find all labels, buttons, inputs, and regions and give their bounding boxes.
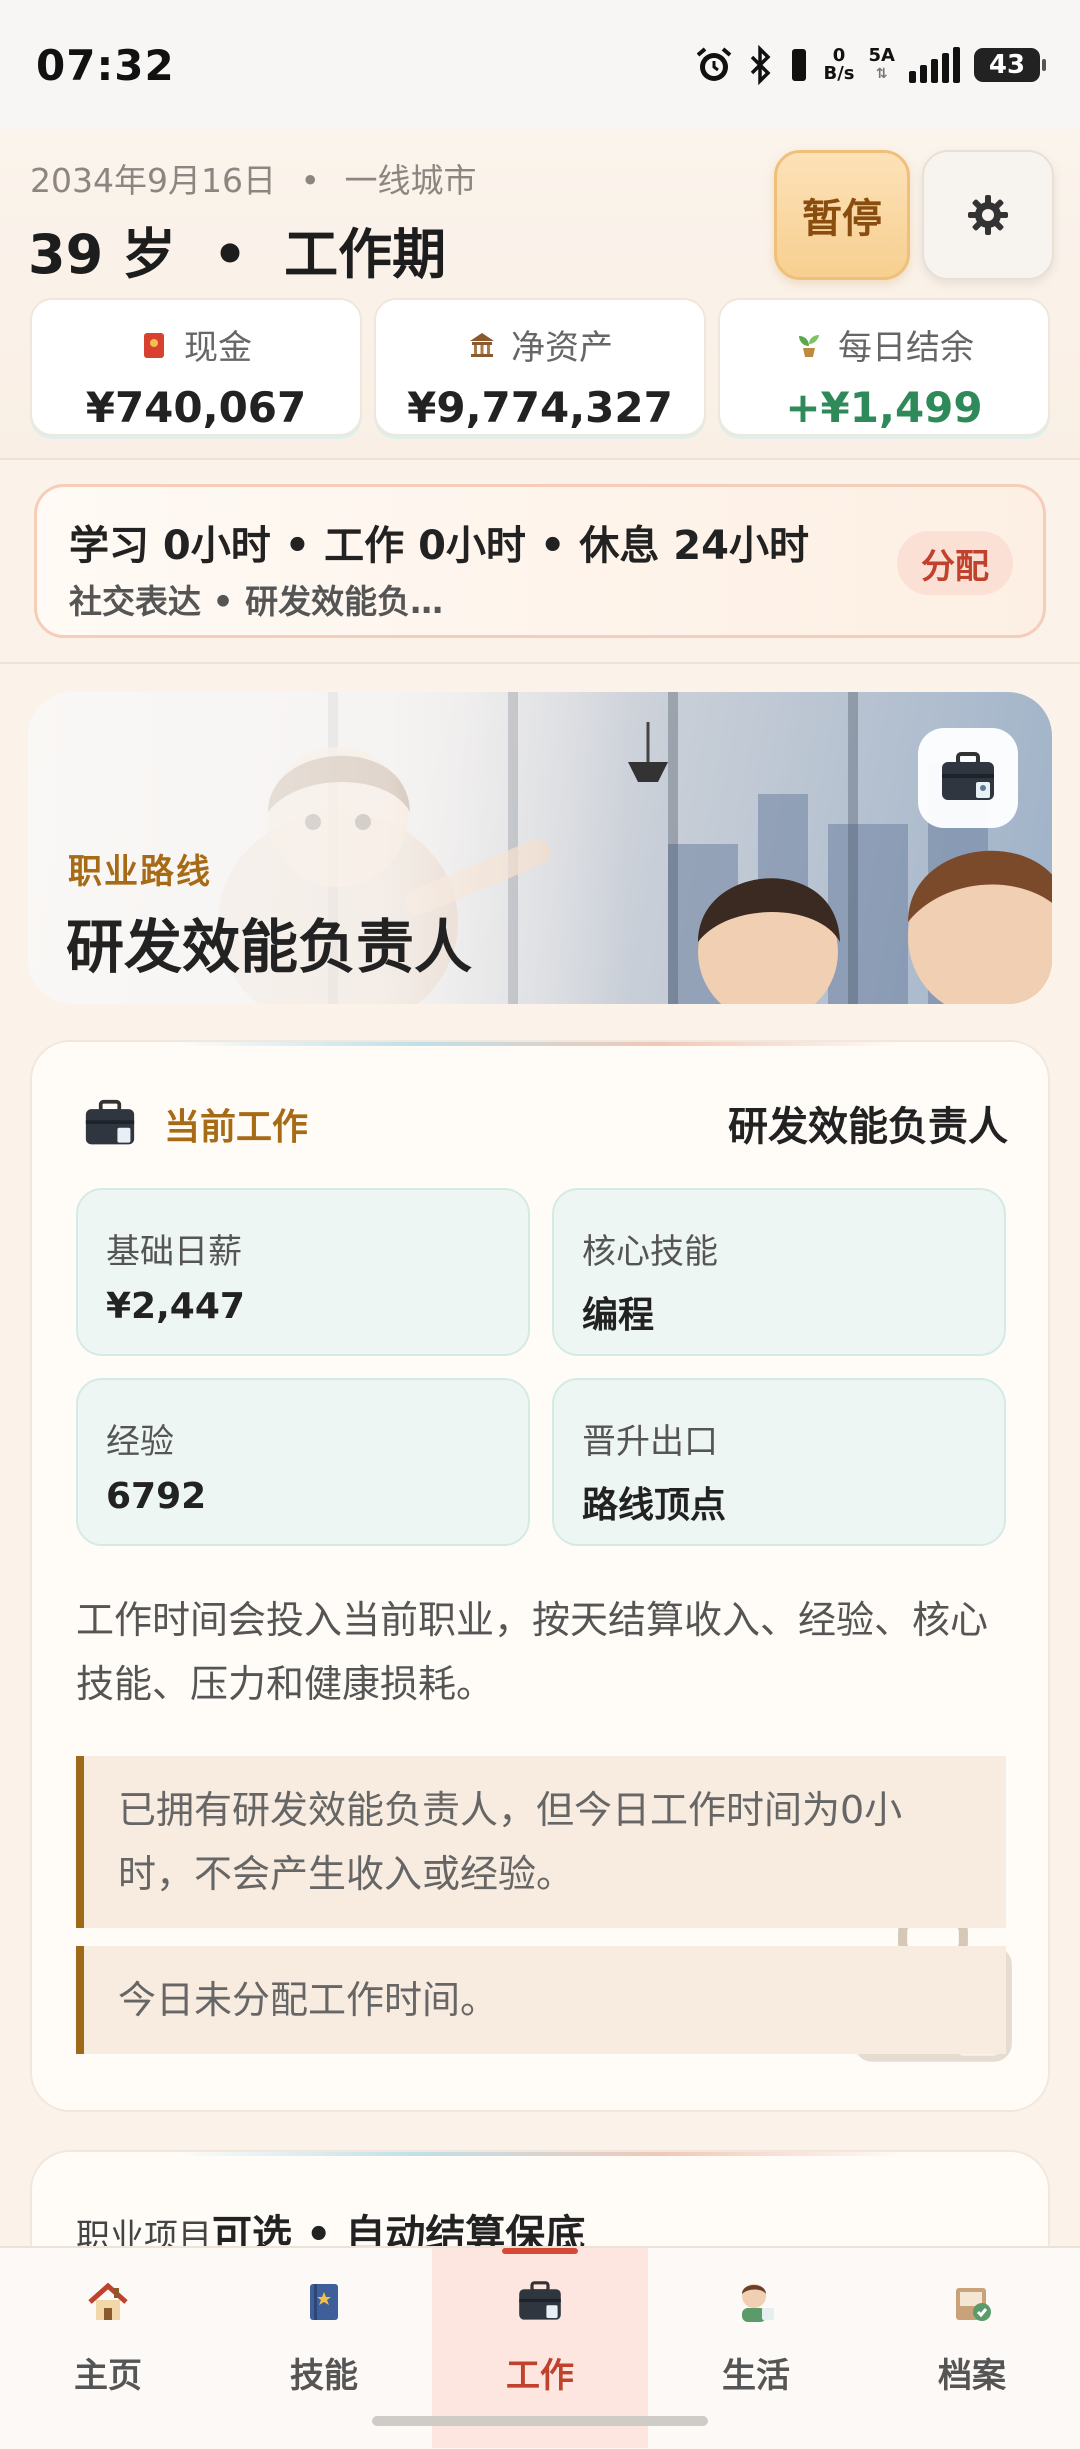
house-icon bbox=[88, 2282, 128, 2320]
settings-button[interactable] bbox=[922, 150, 1054, 280]
experience-box: 经验 6792 bbox=[76, 1378, 530, 1546]
current-job-title: 研发效能负责人 bbox=[728, 1104, 1008, 1150]
signal-icon bbox=[909, 47, 960, 83]
net-speed: 0 B/s bbox=[824, 47, 855, 83]
pause-button[interactable]: 暂停 bbox=[774, 150, 910, 280]
cash-label: 现金 bbox=[184, 328, 252, 368]
alarm-icon bbox=[696, 47, 731, 81]
data-arrows-icon: ⇅ bbox=[875, 66, 888, 82]
tab-home-label: 主页 bbox=[74, 2356, 142, 2396]
status-icons: 0 B/s 5A ⇅ 43 bbox=[694, 45, 1046, 85]
divider bbox=[0, 662, 1080, 664]
home-indicator[interactable] bbox=[372, 2416, 708, 2426]
status-time: 07:32 bbox=[36, 40, 175, 90]
date-line: 2034年9月16日 • 一线城市 bbox=[30, 154, 476, 202]
battery-level: 43 bbox=[988, 50, 1026, 80]
briefcase-icon bbox=[519, 2281, 561, 2320]
vibrate-icon bbox=[791, 49, 806, 81]
tab-work-label: 工作 bbox=[506, 2356, 574, 2396]
bank-icon bbox=[470, 332, 494, 357]
core-skill-label: 核心技能 bbox=[582, 1232, 718, 1272]
base-salary-value: ¥2,447 bbox=[106, 1286, 245, 1327]
briefcase-icon bbox=[942, 752, 994, 800]
network-type-label: 5A bbox=[868, 45, 895, 66]
date-separator: • bbox=[300, 161, 320, 200]
current-job-label: 当前工作 bbox=[164, 1107, 309, 1148]
tab-home[interactable]: 主页 bbox=[0, 2248, 216, 2448]
city-tier: 一线城市 bbox=[344, 161, 477, 200]
bluetooth-icon bbox=[750, 45, 770, 85]
archive-icon bbox=[956, 2288, 991, 2321]
focus-summary: 社交表达 • 研发效能负… bbox=[69, 582, 444, 621]
daily-balance-value: +¥1,499 bbox=[785, 383, 983, 432]
age-separator: • bbox=[212, 223, 248, 286]
promotion-exit-label: 晋升出口 bbox=[582, 1422, 718, 1462]
stat-cash: 现金 ¥740,067 bbox=[30, 298, 362, 436]
career-route-banner: 职业路线 研发效能负责人 bbox=[28, 692, 1052, 1004]
tab-skills-label: 技能 bbox=[290, 2356, 358, 2396]
experience-value: 6792 bbox=[106, 1476, 207, 1517]
job-note-unassigned: 今日未分配工作时间。 bbox=[76, 1946, 1006, 2054]
time-allocation-summary: 学习 0小时 • 工作 0小时 • 休息 24小时 bbox=[69, 523, 809, 569]
core-skill-box: 核心技能 编程 bbox=[552, 1188, 1006, 1356]
cash-value: ¥740,067 bbox=[85, 383, 307, 432]
status-bar: 07:32 0 B/s 5A ⇅ 43 bbox=[0, 0, 1080, 130]
daily-balance-label: 每日结余 bbox=[838, 328, 974, 368]
tab-archive-label: 档案 bbox=[938, 2356, 1006, 2396]
book-icon bbox=[310, 2284, 338, 2320]
promotion-exit-value: 路线顶点 bbox=[582, 1485, 727, 1526]
person-icon bbox=[742, 2284, 774, 2322]
player-age: 39 岁 bbox=[28, 223, 176, 286]
current-date: 2034年9月16日 bbox=[30, 161, 276, 200]
sprout-icon bbox=[799, 334, 819, 357]
net-worth-value: ¥9,774,327 bbox=[407, 383, 673, 432]
stat-daily-balance: 每日结余 +¥1,499 bbox=[718, 298, 1050, 436]
career-icon-button[interactable] bbox=[918, 728, 1018, 828]
career-route-title: 研发效能负责人 bbox=[66, 913, 473, 981]
career-route-label: 职业路线 bbox=[68, 852, 212, 892]
red-envelope-icon bbox=[144, 332, 164, 358]
stat-net-worth: 净资产 ¥9,774,327 bbox=[374, 298, 706, 436]
time-allocation-card[interactable]: 学习 0小时 • 工作 0小时 • 休息 24小时 社交表达 • 研发效能负… … bbox=[34, 484, 1046, 638]
net-worth-label: 净资产 bbox=[511, 328, 613, 368]
gear-icon bbox=[968, 195, 1008, 235]
network-type: 5A ⇅ bbox=[869, 47, 895, 83]
allocate-button[interactable]: 分配 bbox=[897, 531, 1013, 595]
net-speed-unit: B/s bbox=[823, 63, 855, 84]
battery-icon: 43 bbox=[974, 48, 1046, 82]
current-job-card: 当前工作 研发效能负责人 基础日薪 ¥2,447 核心技能 编程 经验 6792… bbox=[30, 1040, 1050, 2112]
base-salary-label: 基础日薪 bbox=[106, 1232, 242, 1272]
game-header: 2034年9月16日 • 一线城市 39 岁 • 工作期 暂停 现金 ¥740,… bbox=[0, 130, 1080, 460]
job-description: 工作时间会投入当前职业，按天结算收入、经验、核心技能、压力和健康损耗。 bbox=[76, 1598, 989, 1706]
tab-life-label: 生活 bbox=[722, 2356, 790, 2396]
life-phase: 工作期 bbox=[284, 223, 447, 286]
promotion-exit-box: 晋升出口 路线顶点 bbox=[552, 1378, 1006, 1546]
experience-label: 经验 bbox=[106, 1422, 174, 1462]
briefcase-icon bbox=[85, 1099, 135, 1145]
job-note-no-hours: 已拥有研发效能负责人，但今日工作时间为0小时，不会产生收入或经验。 bbox=[76, 1756, 1006, 1928]
age-line: 39 岁 • 工作期 bbox=[28, 210, 446, 289]
core-skill-value: 编程 bbox=[582, 1295, 655, 1336]
base-salary-box: 基础日薪 ¥2,447 bbox=[76, 1188, 530, 1356]
tab-archive[interactable]: 档案 bbox=[864, 2248, 1080, 2448]
